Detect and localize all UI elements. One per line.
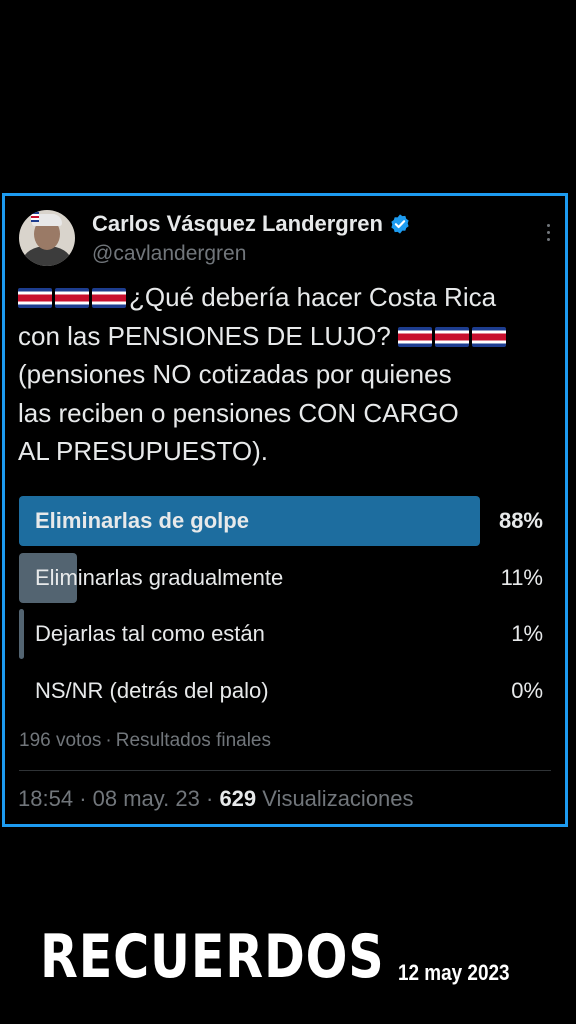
separator-dot: · (105, 730, 112, 751)
poll-option: NS/NR (detrás del palo) 0% (19, 666, 543, 716)
separator-dot: · (79, 786, 93, 811)
separator-dot: · (205, 786, 220, 811)
author-handle[interactable]: @cavlandergren (92, 242, 246, 266)
poll-option: Eliminarlas de golpe 88% (19, 496, 543, 546)
poll-option-percent: 88% (498, 508, 543, 533)
tweet-line-1: ¿Qué debería hacer Costa Rica (18, 278, 563, 317)
costa-rica-flag-icon (472, 326, 507, 347)
tweet-text-line: con las PENSIONES DE LUJO? (18, 320, 391, 351)
costa-rica-flag-icon (55, 288, 89, 308)
costa-rica-flag-icon (92, 288, 126, 308)
overlay-title: RECUERDOS (40, 922, 385, 992)
author-row: Carlos Vásquez Landergren (92, 211, 411, 237)
poll-option-percent: 0% (511, 677, 543, 703)
poll-option-percent: 11% (500, 564, 543, 590)
tweet-line-2: con las PENSIONES DE LUJO? (18, 317, 563, 356)
poll-result-bar (19, 609, 25, 659)
poll-option-label: NS/NR (detrás del palo) (35, 677, 269, 703)
poll-option: Eliminarlas gradualmente 11% (19, 552, 543, 603)
poll-option-label: Eliminarlas gradualmente (35, 564, 284, 590)
views-count: 629 (219, 786, 257, 811)
tweet-footer: 18:54 · 08 may. 23 · 629 Visualizaciones (18, 786, 414, 812)
tweet-time[interactable]: 18:54 (18, 786, 73, 811)
more-options-icon[interactable] (545, 224, 551, 244)
overlay-date: 12 may 2023 (398, 960, 510, 985)
poll-option: Dejarlas tal como están 1% (19, 609, 543, 659)
tweet-line-5: AL PRESUPUESTO). (18, 436, 268, 466)
poll-votes: 196 votos (19, 730, 102, 751)
poll-meta: 196 votos · Resultados finales (19, 730, 271, 752)
tweet-text-line: ¿Qué debería hacer Costa Rica (129, 282, 497, 312)
views-label[interactable]: Visualizaciones (262, 786, 413, 811)
tweet-line-3: (pensiones NO cotizadas por quienes (18, 359, 452, 389)
verified-badge-icon (391, 214, 409, 234)
avatar-flag-icon (31, 212, 39, 222)
tweet-text: ¿Qué debería hacer Costa Rica con las PE… (18, 278, 563, 471)
tweet-date[interactable]: 08 may. 23 (93, 786, 200, 811)
costa-rica-flag-icon (435, 326, 470, 347)
poll-option-label: Eliminarlas de golpe (35, 508, 249, 533)
tweet-card[interactable]: Carlos Vásquez Landergren @cavlandergren… (2, 193, 568, 827)
costa-rica-flag-icon (18, 288, 52, 308)
poll-option-label: Dejarlas tal como están (35, 621, 265, 646)
avatar[interactable] (19, 210, 75, 266)
poll: Eliminarlas de golpe 88% Eliminarlas gra… (19, 496, 543, 722)
poll-status: Resultados finales (115, 730, 271, 751)
costa-rica-flag-icon (398, 326, 433, 347)
divider (19, 770, 551, 771)
author-name[interactable]: Carlos Vásquez Landergren (92, 211, 383, 237)
poll-option-percent: 1% (511, 621, 543, 646)
tweet-line-4: las reciben o pensiones CON CARGO (18, 397, 459, 428)
